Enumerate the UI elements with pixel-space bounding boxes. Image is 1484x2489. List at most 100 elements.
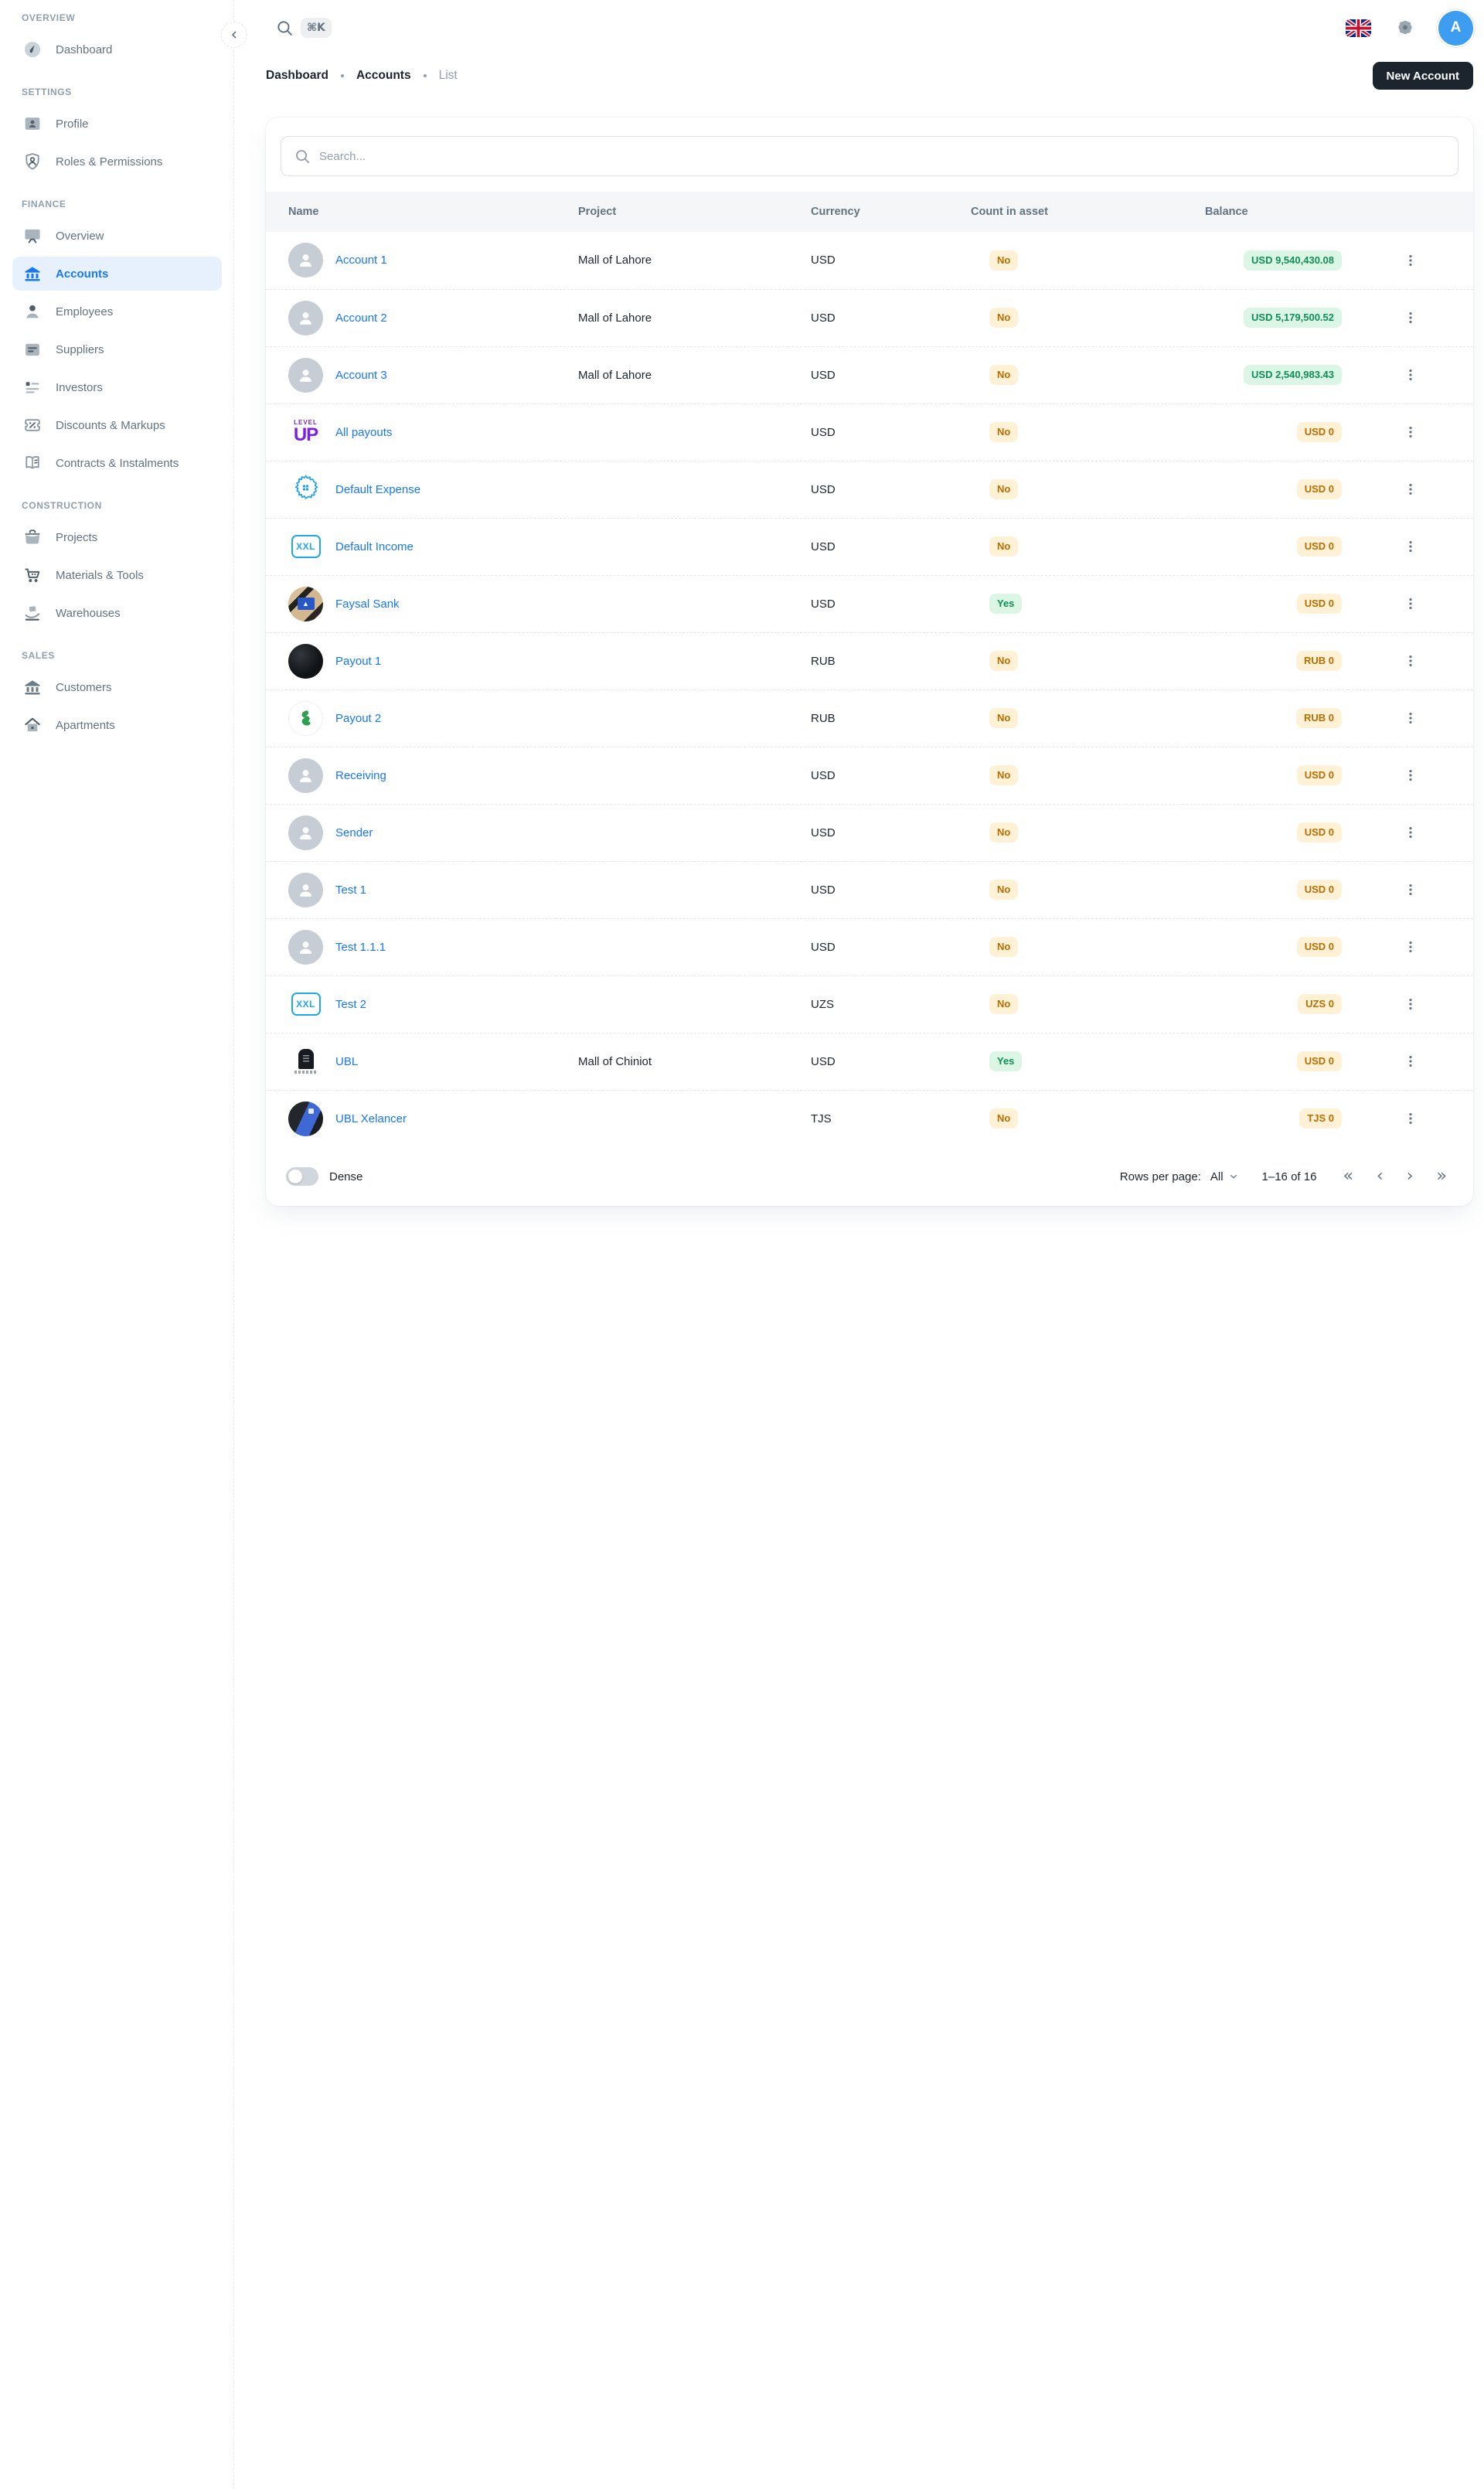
row-menu-button[interactable] <box>1397 876 1424 904</box>
sidebar-item-contracts-instalments[interactable]: Contracts & Instalments <box>12 446 222 480</box>
table-row: UBL Xelancer TJS No TJS 0 <box>266 1090 1473 1147</box>
table-search[interactable] <box>281 136 1458 176</box>
count-in-asset-badge: No <box>989 308 1018 328</box>
kebab-icon <box>1403 882 1418 897</box>
table-row: Account 3 Mall of Lahore USD No USD 2,54… <box>266 346 1473 403</box>
project-cell <box>556 461 788 518</box>
account-link[interactable]: Sender <box>335 826 373 839</box>
row-menu-button[interactable] <box>1397 1105 1424 1132</box>
sidebar-item-label: Materials & Tools <box>56 569 144 582</box>
account-link[interactable]: Default Income <box>335 540 414 553</box>
account-link[interactable]: Account 1 <box>335 254 387 267</box>
project-cell <box>556 403 788 461</box>
row-menu-button[interactable] <box>1397 418 1424 446</box>
user-avatar[interactable]: A <box>1438 11 1473 46</box>
sidebar-item-overview[interactable]: Overview <box>12 219 222 253</box>
breadcrumb-accounts[interactable]: Accounts <box>356 69 411 83</box>
breadcrumb-dashboard[interactable]: Dashboard <box>266 69 328 83</box>
account-link[interactable]: Test 2 <box>335 998 366 1011</box>
table-row: Test 1.1.1 USD No USD 0 <box>266 918 1473 976</box>
settings-button[interactable] <box>1390 13 1420 43</box>
sidebar-item-customers[interactable]: Customers <box>12 670 222 704</box>
account-link[interactable]: UBL <box>335 1055 358 1068</box>
row-menu-button[interactable] <box>1397 647 1424 675</box>
table-row: XXL Default Income USD No USD 0 <box>266 518 1473 575</box>
account-link[interactable]: Payout 1 <box>335 655 381 668</box>
ticket-percent-icon <box>22 414 43 436</box>
sidebar-item-label: Suppliers <box>56 343 104 356</box>
person-avatar <box>288 758 323 793</box>
row-menu-button[interactable] <box>1397 590 1424 618</box>
person-avatar <box>288 243 323 278</box>
dense-toggle[interactable] <box>286 1167 318 1186</box>
person-icon <box>22 301 43 322</box>
global-search-button[interactable]: ⌘K <box>275 18 332 38</box>
sidebar-item-materials-tools[interactable]: Materials & Tools <box>12 558 222 592</box>
account-link[interactable]: Test 1.1.1 <box>335 941 386 954</box>
next-page-button[interactable]: › <box>1407 1168 1414 1185</box>
account-link[interactable]: UBL Xelancer <box>335 1112 407 1125</box>
currency-cell: USD <box>788 918 948 976</box>
account-link[interactable]: Test 1 <box>335 884 366 897</box>
rows-per-page-select[interactable]: All <box>1210 1170 1239 1183</box>
sidebar-item-apartments[interactable]: Apartments <box>12 708 222 742</box>
row-menu-button[interactable] <box>1397 990 1424 1018</box>
project-cell: Mall of Lahore <box>556 346 788 403</box>
count-in-asset-badge: No <box>989 479 1018 499</box>
sidebar-item-profile[interactable]: Profile <box>12 107 222 141</box>
rows-per-page-label: Rows per page: <box>1120 1170 1201 1183</box>
sidebar-item-suppliers[interactable]: Suppliers <box>12 332 222 366</box>
row-menu-button[interactable] <box>1397 819 1424 846</box>
sidebar-item-employees[interactable]: Employees <box>12 295 222 329</box>
green-logo <box>288 701 323 736</box>
sidebar-item-roles-permissions[interactable]: Roles & Permissions <box>12 145 222 179</box>
language-button[interactable] <box>1344 14 1372 42</box>
sidebar-item-projects[interactable]: Projects <box>12 520 222 554</box>
last-page-button[interactable]: » <box>1437 1168 1447 1185</box>
row-menu-button[interactable] <box>1397 361 1424 389</box>
currency-cell: USD <box>788 289 948 346</box>
sidebar-divider <box>233 0 234 2489</box>
search-input[interactable] <box>319 150 1445 163</box>
sidebar-item-accounts[interactable]: Accounts <box>12 257 222 291</box>
row-menu-button[interactable] <box>1397 761 1424 789</box>
account-link[interactable]: All payouts <box>335 426 392 439</box>
account-link[interactable]: Account 2 <box>335 312 387 325</box>
row-menu-button[interactable] <box>1397 304 1424 332</box>
search-icon <box>294 148 311 165</box>
account-link[interactable]: Receiving <box>335 769 386 782</box>
sidebar-item-dashboard[interactable]: Dashboard <box>12 32 222 66</box>
row-menu-button[interactable] <box>1397 1047 1424 1075</box>
account-link[interactable]: Default Expense <box>335 483 420 496</box>
sidebar-item-label: Profile <box>56 117 89 131</box>
sidebar-item-label: Warehouses <box>56 607 121 620</box>
sidebar-item-investors[interactable]: Investors <box>12 370 222 404</box>
row-menu-button[interactable] <box>1397 533 1424 560</box>
row-menu-button[interactable] <box>1397 247 1424 274</box>
table-row: UBL Mall of Chiniot USD Yes USD 0 <box>266 1033 1473 1090</box>
first-page-button[interactable]: « <box>1343 1168 1353 1185</box>
project-cell <box>556 1090 788 1147</box>
breadcrumb-separator <box>424 74 427 77</box>
prev-page-button[interactable]: ‹ <box>1377 1168 1384 1185</box>
xelancer-photo <box>288 1101 323 1136</box>
account-link[interactable]: Payout 2 <box>335 712 381 725</box>
account-link[interactable]: Faysal Sank <box>335 598 400 611</box>
balance-badge: USD 0 <box>1297 422 1342 442</box>
row-menu-button[interactable] <box>1397 475 1424 503</box>
sidebar-item-warehouses[interactable]: Warehouses <box>12 596 222 630</box>
table-row: Account 1 Mall of Lahore USD No USD 9,54… <box>266 232 1473 289</box>
sidebar-item-discounts-markups[interactable]: Discounts & Markups <box>12 408 222 442</box>
breadcrumb-list: List <box>439 69 458 83</box>
row-menu-button[interactable] <box>1397 933 1424 961</box>
table-row: Receiving USD No USD 0 <box>266 747 1473 804</box>
row-menu-button[interactable] <box>1397 704 1424 732</box>
accounts-card: Name Project Currency Count in asset Bal… <box>266 117 1473 1206</box>
gear-icon <box>1394 16 1417 39</box>
new-account-button[interactable]: New Account <box>1373 62 1473 90</box>
count-in-asset-badge: No <box>989 765 1018 785</box>
person-avatar <box>288 873 323 907</box>
table-footer: Dense Rows per page: All 1–16 of 16 « ‹ … <box>266 1147 1473 1206</box>
sidebar-collapse-button[interactable] <box>221 22 247 48</box>
account-link[interactable]: Account 3 <box>335 369 387 382</box>
